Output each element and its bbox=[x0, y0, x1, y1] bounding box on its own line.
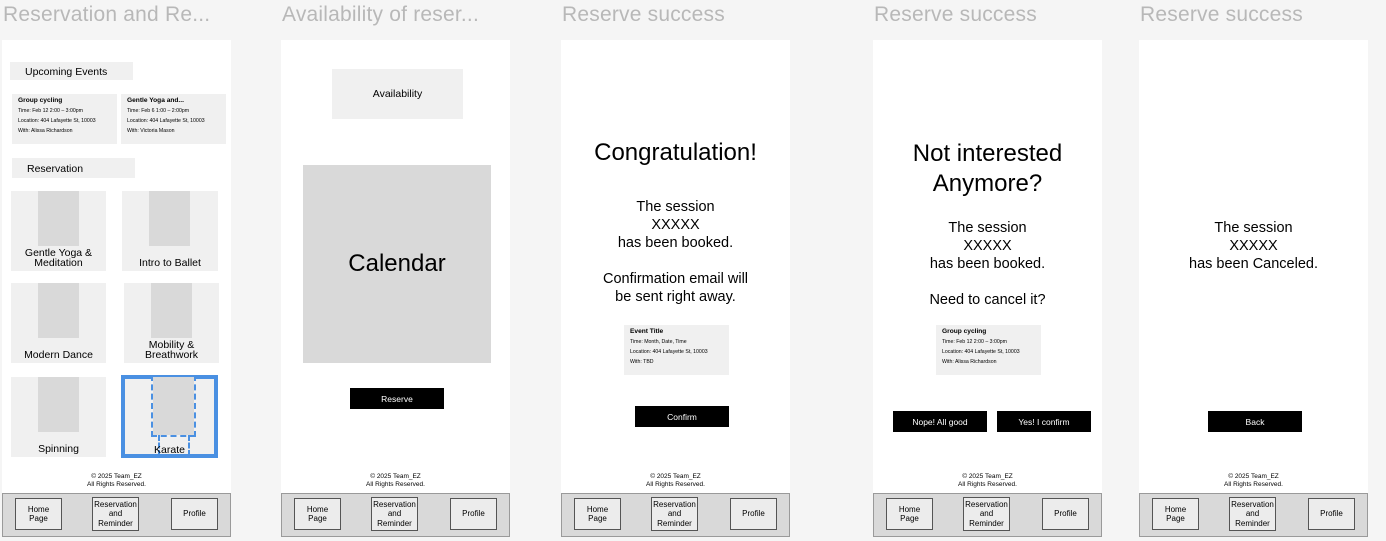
screen-reservation: Upcoming Events Group cycling Time: Feb … bbox=[2, 40, 231, 537]
tab-profile[interactable]: Profile bbox=[171, 498, 218, 530]
class-image bbox=[149, 191, 190, 246]
footer: © 2025 Team_EZ All Rights Reserved. bbox=[366, 473, 425, 488]
tab-bar: Home Page Reservation and Reminder Profile bbox=[281, 493, 510, 537]
class-card-intro-to-ballet[interactable]: Intro to Ballet bbox=[122, 191, 218, 271]
tab-home-page[interactable]: Home Page bbox=[574, 498, 621, 530]
event-with: With: Alissa Richardson bbox=[18, 128, 73, 135]
tab-profile[interactable]: Profile bbox=[1042, 498, 1089, 530]
event-card[interactable]: Group cycling Time: Feb 12 2:00 – 3:00pm… bbox=[12, 94, 117, 144]
tab-reservation-and-reminder[interactable]: Reservation and Reminder bbox=[92, 497, 139, 531]
class-label: Spinning bbox=[38, 443, 79, 455]
event-time: Time: Feb 12 2:00 – 3:00pm bbox=[942, 339, 1007, 345]
class-image bbox=[38, 283, 79, 338]
class-label: Intro to Ballet bbox=[139, 257, 201, 269]
class-label: Karate bbox=[154, 444, 185, 456]
frame-title-reserve-success: Reserve success bbox=[562, 3, 725, 26]
upcoming-events-heading: Upcoming Events bbox=[10, 62, 133, 80]
event-location: Location: 404 Lafayette St, 10003 bbox=[942, 349, 1020, 356]
not-interested-heading: Not interested Anymore? bbox=[912, 140, 1063, 197]
availability-heading: Availability bbox=[332, 69, 463, 119]
class-card-gentle-yoga[interactable]: Gentle Yoga & Meditation bbox=[11, 191, 106, 271]
tab-reservation-and-reminder[interactable]: Reservation and Reminder bbox=[371, 497, 418, 531]
class-image bbox=[38, 377, 79, 432]
class-card-mobility-breathwork[interactable]: Mobility & Breathwork bbox=[124, 283, 219, 363]
tab-reservation-and-reminder[interactable]: Reservation and Reminder bbox=[963, 497, 1010, 531]
yes-confirm-button[interactable]: Yes! I confirm bbox=[997, 411, 1091, 432]
event-location: Location: 404 Lafayette St, 10003 bbox=[18, 118, 96, 125]
tab-reservation-and-reminder[interactable]: Reservation and Reminder bbox=[651, 497, 698, 531]
reserve-button[interactable]: Reserve bbox=[350, 388, 444, 409]
event-title: Gentle Yoga and... bbox=[127, 97, 184, 104]
event-time: Time: Month, Date, Time bbox=[630, 339, 687, 345]
frame-title-reserve-success: Reserve success bbox=[874, 3, 1037, 26]
event-location: Location: 404 Lafayette St, 10003 bbox=[630, 349, 708, 356]
frame-title-reservation: Reservation and Re... bbox=[3, 3, 211, 26]
tab-profile[interactable]: Profile bbox=[1308, 498, 1355, 530]
tab-bar: Home Page Reservation and Reminder Profile bbox=[561, 493, 790, 537]
event-with: With: TBD bbox=[630, 359, 654, 366]
event-title: Group cycling bbox=[942, 328, 987, 335]
class-card-spinning[interactable]: Spinning bbox=[11, 377, 106, 457]
nope-all-good-button[interactable]: Nope! All good bbox=[893, 411, 987, 432]
frame-title-reserve-success: Reserve success bbox=[1140, 3, 1303, 26]
event-card[interactable]: Gentle Yoga and... Time: Feb 6 1:00 – 2:… bbox=[121, 94, 226, 144]
class-card-karate[interactable]: Karate bbox=[121, 375, 218, 458]
tab-bar: Home Page Reservation and Reminder Profile bbox=[2, 493, 231, 537]
reservation-heading: Reservation bbox=[12, 158, 135, 178]
class-label: Gentle Yoga & Meditation bbox=[24, 247, 93, 269]
booking-message: The session XXXXX has been booked. Confi… bbox=[602, 199, 749, 305]
footer: © 2025 Team_EZ All Rights Reserved. bbox=[958, 473, 1017, 488]
tab-profile[interactable]: Profile bbox=[450, 498, 497, 530]
event-with: With: Alissa Richardson bbox=[942, 359, 997, 366]
screen-reserve-success: Congratulation! The session XXXXX has be… bbox=[561, 40, 790, 537]
screen-canceled: The session XXXXX has been Canceled. Bac… bbox=[1139, 40, 1368, 537]
calendar[interactable]: Calendar bbox=[303, 165, 491, 363]
event-title: Event Title bbox=[630, 328, 664, 335]
booking-message: The session XXXXX has been booked. Need … bbox=[929, 220, 1046, 308]
tab-reservation-and-reminder[interactable]: Reservation and Reminder bbox=[1229, 497, 1276, 531]
class-label: Modern Dance bbox=[24, 349, 93, 361]
event-card: Group cycling Time: Feb 12 2:00 – 3:00pm… bbox=[936, 325, 1041, 375]
tab-profile[interactable]: Profile bbox=[730, 498, 777, 530]
frame-title-availability: Availability of reser... bbox=[282, 3, 479, 26]
tab-home-page[interactable]: Home Page bbox=[15, 498, 62, 530]
congratulation-heading: Congratulation! bbox=[594, 139, 757, 166]
tab-home-page[interactable]: Home Page bbox=[1152, 498, 1199, 530]
event-time: Time: Feb 6 1:00 – 2:00pm bbox=[127, 108, 190, 114]
footer: © 2025 Team_EZ All Rights Reserved. bbox=[87, 473, 146, 488]
tab-bar: Home Page Reservation and Reminder Profile bbox=[873, 493, 1102, 537]
class-image bbox=[151, 283, 192, 338]
screen-availability: Availability Calendar Reserve © 2025 Tea… bbox=[281, 40, 510, 537]
class-card-modern-dance[interactable]: Modern Dance bbox=[11, 283, 106, 363]
confirm-button[interactable]: Confirm bbox=[635, 406, 729, 427]
footer: © 2025 Team_EZ All Rights Reserved. bbox=[646, 473, 705, 488]
event-time: Time: Feb 12 2:00 – 3:00pm bbox=[18, 108, 83, 114]
tab-home-page[interactable]: Home Page bbox=[294, 498, 341, 530]
canceled-message: The session XXXXX has been Canceled. bbox=[1189, 220, 1318, 272]
footer: © 2025 Team_EZ All Rights Reserved. bbox=[1224, 473, 1283, 488]
event-card: Event Title Time: Month, Date, Time Loca… bbox=[624, 325, 729, 375]
class-label: Mobility & Breathwork bbox=[144, 339, 199, 361]
class-image bbox=[38, 191, 79, 246]
back-button[interactable]: Back bbox=[1208, 411, 1302, 432]
event-location: Location: 404 Lafayette St, 10003 bbox=[127, 118, 205, 125]
tab-bar: Home Page Reservation and Reminder Profile bbox=[1139, 493, 1368, 537]
event-title: Group cycling bbox=[18, 97, 63, 104]
class-image bbox=[151, 375, 196, 437]
tab-home-page[interactable]: Home Page bbox=[886, 498, 933, 530]
screen-cancel-confirm: Not interested Anymore? The session XXXX… bbox=[873, 40, 1102, 537]
event-with: With: Victoria Mason bbox=[127, 128, 175, 135]
